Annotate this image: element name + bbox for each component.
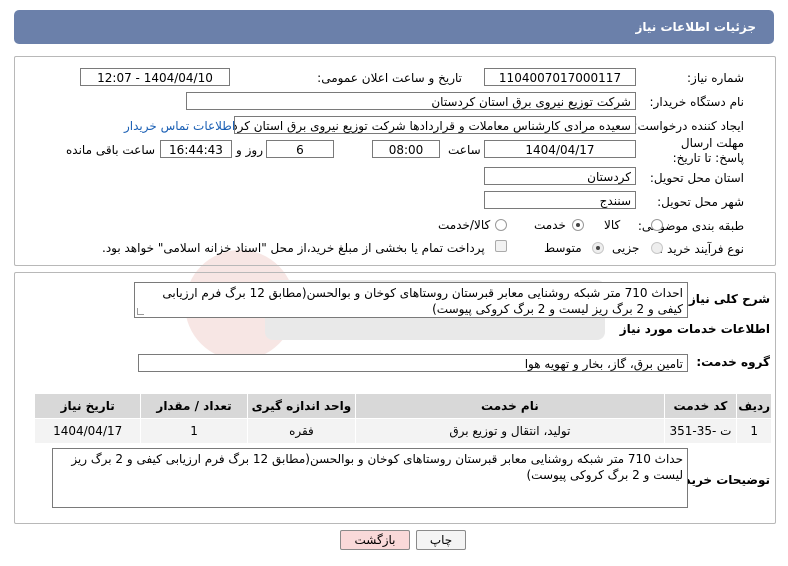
resize-handle-icon[interactable] [137,308,144,315]
province-label: استان محل تحویل: [649,171,744,185]
category-radio-goods-service[interactable] [495,219,507,231]
col-unit: واحد اندازه گیری [246,393,357,419]
need-number-field: 1104007017000117 [484,68,636,86]
creator-label: ایجاد کننده درخواست: [633,119,744,133]
buyer-notes-textarea: حداث 710 متر شبکه روشنایی معابر قبرستان … [52,448,688,508]
days-label: روز و [236,143,263,157]
category-option-service: خدمت [534,218,566,232]
announce-field: 1404/04/10 - 12:07 [80,68,230,86]
cell-service-code: ت -35-351 [663,418,738,444]
col-row-number: ردیف [736,393,772,419]
service-group-field: تامین برق، گاز، بخار و تهویه هوا [138,354,688,372]
col-service-name: نام خدمت [355,393,665,419]
province-field: کردستان [484,167,636,185]
cell-row-number: 1 [736,418,772,444]
table-header-row: ردیف کد خدمت نام خدمت واحد اندازه گیری ت… [33,393,772,419]
creator-field: سعیده مرادی کارشناس معاملات و قراردادها … [234,116,636,134]
process-radio-medium[interactable] [592,242,604,254]
contact-buyer-link[interactable]: اطلاعات تماس خریدار [124,119,235,133]
buyer-org-field: شرکت توزیع نیروی برق استان کردستان [186,92,636,110]
col-quantity: تعداد / مقدار [140,393,248,419]
buyer-org-label: نام دستگاه خریدار: [649,95,745,109]
table-row: 1 ت -35-351 تولید، انتقال و توزیع برق فق… [33,418,772,444]
cell-need-date: 1404/04/17 [33,418,142,444]
process-option-medium: متوسط [544,241,582,255]
page-title: جزئیات اطلاعات نیاز [635,20,756,34]
deadline-date-field: 1404/04/17 [484,140,636,158]
category-option-goods-service: کالا/خدمت [438,218,491,232]
announce-label: تاریخ و ساعت اعلان عمومی: [317,71,462,85]
services-section-title: اطلاعات خدمات مورد نیاز [619,322,770,336]
cell-quantity: 1 [140,418,248,444]
days-field: 6 [266,140,334,158]
process-radio-minor[interactable] [651,242,663,254]
deadline-time-label: ساعت [448,143,481,157]
need-number-label: شماره نیاز: [687,71,744,85]
cell-unit: فقره [246,418,357,444]
category-option-goods: کالا [604,218,621,232]
summary-textarea: احداث 710 متر شبکه روشنایی معابر قبرستان… [134,282,688,318]
col-need-date: تاریخ نیاز [33,393,142,419]
remaining-time-field: 16:44:43 [160,140,232,158]
treasury-payment-note: پرداخت تمام یا بخشی از مبلغ خرید،از محل … [102,241,485,255]
process-option-minor: جزیی [612,241,640,255]
treasury-payment-checkbox[interactable] [495,240,507,252]
print-button[interactable]: چاپ [416,530,466,550]
service-group-label: گروه خدمت: [696,355,770,369]
page-header: جزئیات اطلاعات نیاز [14,10,774,44]
category-radio-service[interactable] [572,219,584,231]
cell-service-name: تولید، انتقال و توزیع برق [355,418,665,444]
services-table: ردیف کد خدمت نام خدمت واحد اندازه گیری ت… [33,393,772,444]
city-field: سنندج [484,191,636,209]
category-radio-goods[interactable] [651,219,663,231]
deadline-label: مهلت ارسال پاسخ: تا تاریخ: [672,136,744,165]
deadline-time-field: 08:00 [372,140,440,158]
summary-text: احداث 710 متر شبکه روشنایی معابر قبرستان… [162,286,683,316]
back-button[interactable]: بازگشت [340,530,410,550]
process-label: نوع فرآیند خرید : [659,242,744,256]
remaining-label: ساعت باقی مانده [66,143,156,157]
col-service-code: کد خدمت [663,393,738,419]
summary-label: شرح کلی نیاز: [684,292,770,306]
buyer-notes-text: حداث 710 متر شبکه روشنایی معابر قبرستان … [71,452,683,482]
city-label: شهر محل تحویل: [657,195,744,209]
